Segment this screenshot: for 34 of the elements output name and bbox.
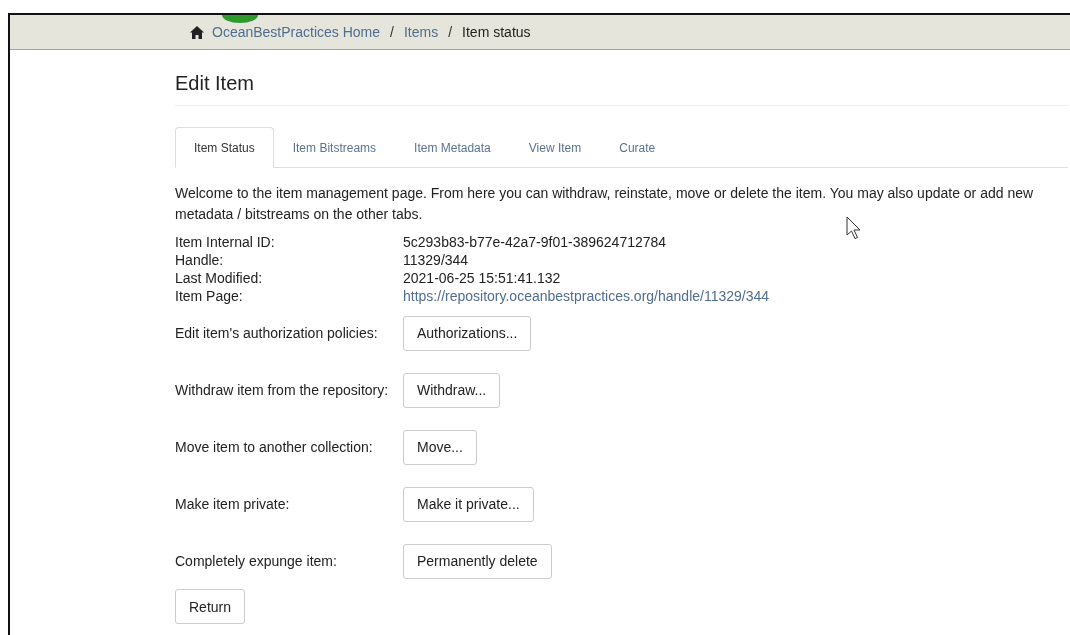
detail-label: Item Page: (175, 287, 244, 305)
item-page-link[interactable]: https://repository.oceanbestpractices.org/handle/11329/344 (403, 287, 1068, 305)
detail-value: 2021-06-25 15:51:41.132 (403, 269, 562, 287)
breadcrumb-current: Item status (462, 24, 531, 40)
action-button[interactable]: Make it private... (403, 486, 534, 522)
intro-text: Welcome to the item management page. From here you can withdraw, reinstate, move or delete the item. You may also update or add new metadata / bitstreams on the other tabs. (175, 184, 1035, 224)
tab[interactable]: View Item (509, 127, 601, 168)
action-button[interactable]: Withdraw... (403, 372, 501, 408)
detail-label: Item Internal ID: (175, 233, 276, 251)
mouse-pointer-icon (846, 216, 862, 240)
action-label: Move item to another collection: (175, 439, 374, 455)
home-icon (190, 25, 204, 39)
logo-icon (222, 15, 258, 23)
tab[interactable]: Item Status (175, 127, 274, 168)
tab[interactable]: Item Metadata (395, 127, 510, 168)
action-button[interactable]: Move... (403, 429, 477, 465)
action-button[interactable]: Authorizations... (403, 315, 532, 351)
detail-label: Last Modified: (175, 269, 264, 287)
breadcrumb-separator: / (390, 24, 394, 40)
tab[interactable]: Item Bitstreams (273, 127, 396, 168)
detail-value: 5c293b83-b77e-42a7-9f01-389624712784 (403, 233, 668, 251)
breadcrumb-separator: / (448, 24, 453, 40)
detail-value: 11329/344 (403, 251, 470, 269)
action-label: Edit item's authorization policies: (175, 325, 379, 341)
action-label: Withdraw item from the repository: (175, 382, 390, 398)
action-label: Make item private: (175, 496, 291, 512)
page-title: Edit Item (175, 72, 1068, 106)
action-button[interactable]: Permanently delete (403, 543, 552, 579)
tab[interactable]: Curate (600, 127, 675, 168)
detail-label: Handle: (175, 251, 225, 269)
action-label: Completely expunge item: (175, 553, 338, 569)
breadcrumb-link[interactable]: Items (403, 24, 439, 40)
return-button[interactable]: Return (175, 589, 246, 624)
breadcrumb-link[interactable]: OceanBestPractices Home (212, 24, 381, 40)
